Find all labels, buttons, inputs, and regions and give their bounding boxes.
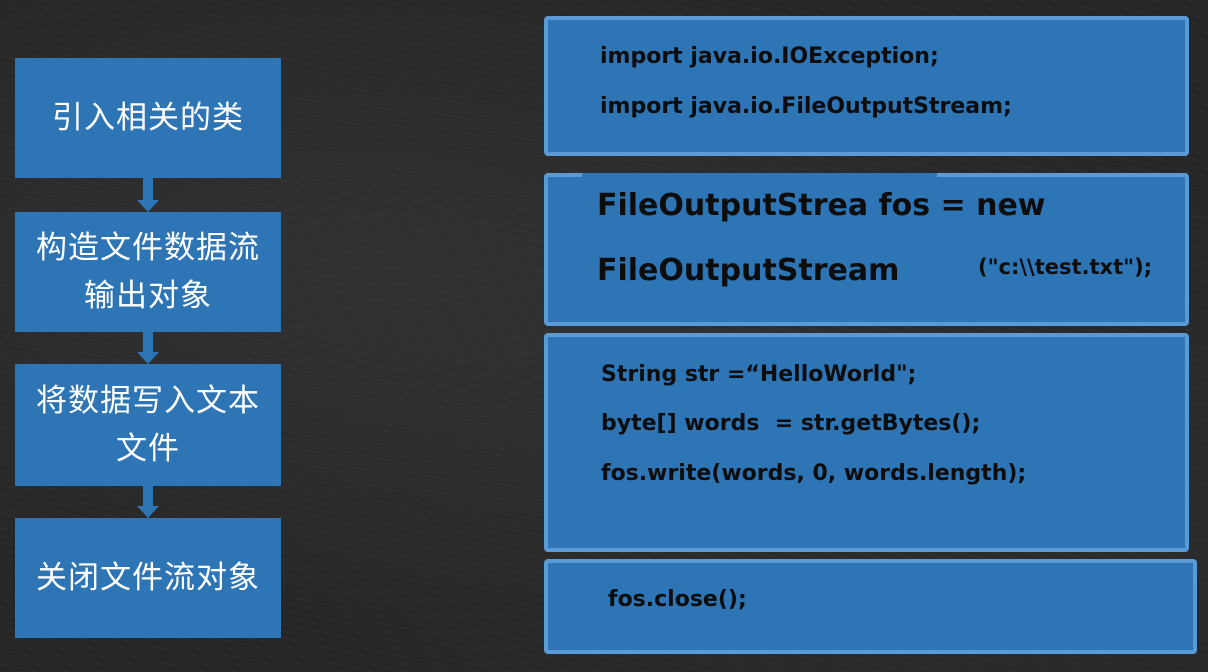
code-line: fos.write(words, 0, words.length); <box>601 461 1027 486</box>
code-line: import java.io.IOException; <box>600 44 939 69</box>
code-block-constructor: FileOutputStrea fos = new FileOutputStre… <box>544 173 1189 326</box>
step-create-output-stream: 构造文件数据流输出对象 <box>15 212 281 332</box>
code-line: import java.io.FileOutputStream; <box>600 94 1012 119</box>
down-arrow-icon <box>137 332 159 364</box>
code-line: ("c:\\test.txt"); <box>978 255 1153 279</box>
code-line: fos.close(); <box>608 587 747 612</box>
step-label: 引入相关的类 <box>52 100 244 136</box>
step-label: 关闭文件流对象 <box>36 560 260 596</box>
down-arrow-icon <box>137 486 159 518</box>
code-line: FileOutputStream <box>597 253 900 288</box>
step-import-classes: 引入相关的类 <box>15 58 281 178</box>
code-block-close: fos.close(); <box>544 559 1197 654</box>
code-block-imports: import java.io.IOException; import java.… <box>544 16 1189 156</box>
step-label: 将数据写入文本文件 <box>36 383 260 467</box>
down-arrow-icon <box>137 178 159 212</box>
code-block-write: String str =“HelloWorld"; byte[] words =… <box>544 333 1189 552</box>
step-close-stream: 关闭文件流对象 <box>15 518 281 638</box>
step-write-data: 将数据写入文本文件 <box>15 364 281 486</box>
code-line: byte[] words = str.getBytes(); <box>601 411 981 436</box>
step-label: 构造文件数据流输出对象 <box>36 230 260 314</box>
code-line: String str =“HelloWorld"; <box>601 362 917 387</box>
code-line: FileOutputStrea fos = new <box>597 188 1046 223</box>
